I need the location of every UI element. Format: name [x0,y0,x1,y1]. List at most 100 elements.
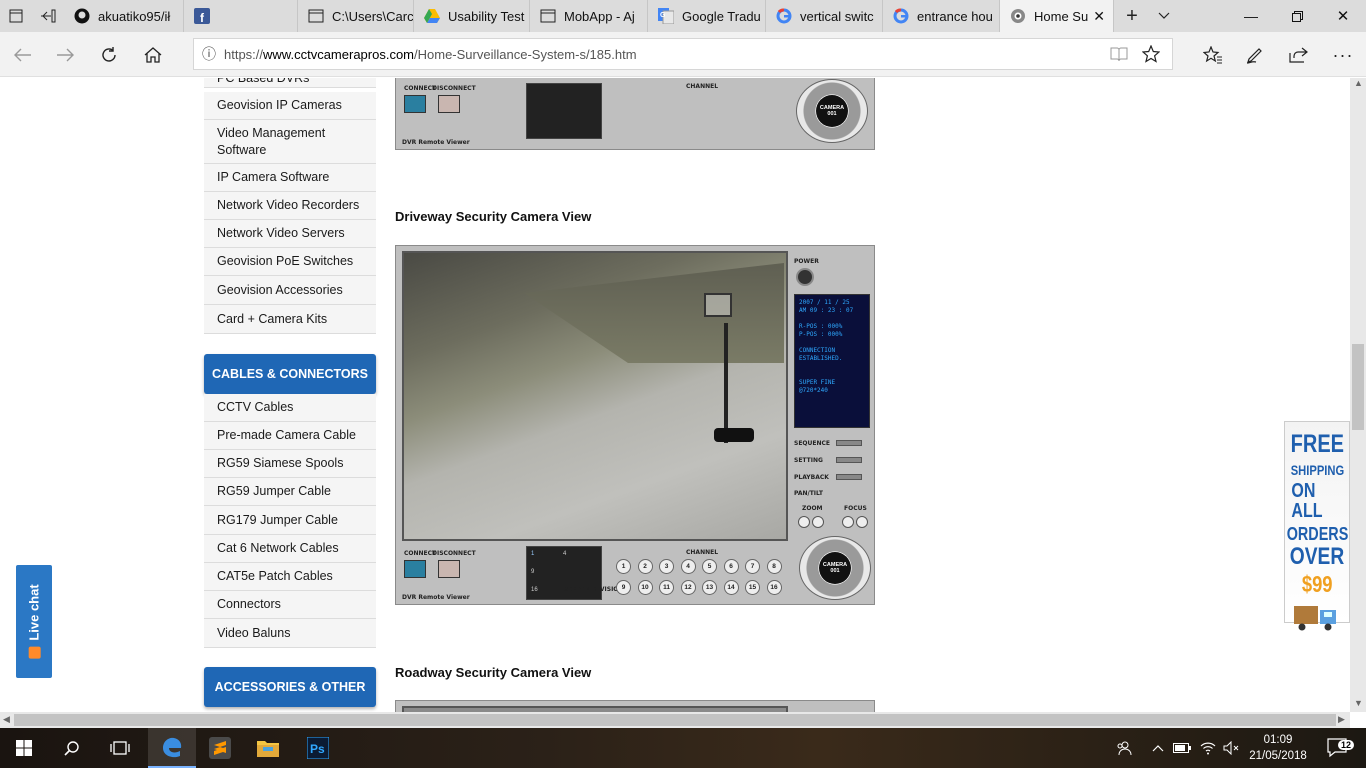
people-icon[interactable] [1110,728,1138,768]
sidebar-item-cctv-cables[interactable]: CCTV Cables [204,394,376,422]
focus-label: FOCUS [844,505,867,512]
sidebar-item-connectors[interactable]: Connectors [204,591,376,619]
sidebar-item-cat6[interactable]: Cat 6 Network Cables [204,535,376,563]
web-page: PC Based DVRs Geovision IP Cameras Video… [0,78,1350,712]
cctv-icon [1010,8,1026,24]
volume-muted-icon[interactable] [1220,728,1242,768]
sidebar-item-premade-cable[interactable]: Pre-made Camera Cable [204,422,376,450]
status-screen: 2007 / 11 / 25 AM 09 : 23 : 07 R-POS : 0… [794,294,870,428]
sidebar-item-rg179-jumper[interactable]: RG179 Jumper Cable [204,506,376,535]
sidebar-item-poe[interactable]: Geovision PoE Switches [204,248,376,276]
tab-list-icon[interactable] [0,0,32,32]
refresh-icon[interactable] [92,38,126,72]
sidebar-item-nvs[interactable]: Network Video Servers [204,220,376,248]
sidebar-item-label: CAT5e Patch Cables [217,569,333,583]
new-tab-icon[interactable]: + [1118,0,1146,32]
tab-label: C:\Users\Carc [332,8,414,24]
pantilt-label: PAN/TILT [794,490,823,497]
close-window-icon[interactable]: ✕ [1320,0,1366,32]
sidebar-item-label: RG179 Jumper Cable [217,512,338,527]
windows-taskbar: Ps 01:09 21/05/2018 12 [0,728,1366,768]
favorites-hub-icon[interactable] [1196,38,1230,72]
chevron-down-icon[interactable] [1150,0,1178,32]
close-tab-icon[interactable]: ✕ [1093,8,1105,25]
scroll-right-icon[interactable]: ▶ [1338,714,1345,725]
edge-browser-icon[interactable] [148,728,196,768]
photoshop-icon[interactable]: Ps [294,728,342,768]
set-tabs-aside-icon[interactable] [32,0,64,32]
sidebar-item-ip-software[interactable]: IP Camera Software [204,164,376,192]
reading-view-icon[interactable] [1110,46,1128,65]
scroll-up-icon[interactable]: ▲ [1354,78,1363,88]
system-clock[interactable]: 01:09 21/05/2018 [1244,732,1312,764]
address-bar[interactable]: ⓘ https://www.cctvcamerapros.com/Home-Su… [193,38,1173,70]
google-icon [776,8,792,24]
free-shipping-banner[interactable]: FREE SHIPPING ON ALL ORDERS OVER $99 [1284,421,1350,631]
channel-label: CHANNEL [686,549,719,556]
tab-file-explorer[interactable]: C:\Users\Carc [298,0,414,32]
channel-label: CHANNEL [686,83,719,90]
horizontal-scroll-thumb[interactable] [14,714,1336,726]
file-explorer-icon[interactable] [244,728,292,768]
share-icon[interactable] [1282,38,1316,72]
favorite-star-icon[interactable] [1141,44,1161,66]
wifi-icon[interactable] [1196,728,1220,768]
home-icon[interactable] [136,38,170,72]
category-header-accessories[interactable]: ACCESSORIES & OTHER [204,667,376,707]
search-icon[interactable] [48,728,96,768]
live-chat-button[interactable]: Live chat [16,565,52,678]
tab-google-search-1[interactable]: vertical switc [766,0,883,32]
tab-github[interactable]: akuatiko95/ił [64,0,184,32]
back-icon[interactable] [6,38,40,72]
sidebar-item-card-kits[interactable]: Card + Camera Kits [204,305,376,334]
status-line: AM 09 : 23 : 07 [799,307,854,314]
tab-facebook[interactable]: f [184,0,298,32]
site-info-icon[interactable]: ⓘ [194,44,224,64]
sublime-text-icon[interactable] [196,728,244,768]
task-view-icon[interactable] [96,728,144,768]
forward-icon[interactable] [48,38,82,72]
sequence-label: SEQUENCE [794,440,831,447]
playback-label: PLAYBACK [794,474,829,481]
tab-home-surveillance[interactable]: Home Su ✕ [1000,0,1114,32]
vertical-scrollbar[interactable]: ▲ ▼ [1350,78,1366,712]
scroll-left-icon[interactable]: ◀ [3,714,10,725]
sidebar-item-vms[interactable]: Video Management Software [204,120,376,164]
sidebar-item-geovision-ip[interactable]: Geovision IP Cameras [204,92,376,120]
window-icon [308,8,324,24]
sidebar-item-nvr[interactable]: Network Video Recorders [204,192,376,220]
more-icon[interactable]: ··· [1326,38,1360,72]
channel-button: 16 [766,580,782,595]
url-path: /Home-Surveillance-System-s/185.htm [414,46,637,62]
sidebar-item-geo-accessories[interactable]: Geovision Accessories [204,276,376,305]
status-line [799,339,865,347]
basketball-pole [724,323,728,443]
sidebar-item-rg59-spools[interactable]: RG59 Siamese Spools [204,450,376,478]
notification-count-badge: 12 [1338,740,1355,750]
delivery-truck-icon [1294,602,1340,632]
sidebar-item-baluns[interactable]: Video Baluns [204,619,376,648]
address-toolbar: ⓘ https://www.cctvcamerapros.com/Home-Su… [0,32,1366,77]
vertical-scroll-thumb[interactable] [1352,344,1364,430]
minimize-icon[interactable]: — [1228,0,1274,32]
horizontal-scrollbar[interactable]: ◀ ▶ [0,712,1350,728]
scroll-down-icon[interactable]: ▼ [1354,698,1363,708]
restore-icon[interactable] [1274,0,1320,32]
tab-google-search-2[interactable]: entrance hou [883,0,1000,32]
sidebar-item-label: Video Baluns [217,625,291,640]
sidebar-item-label: RG59 Siamese Spools [217,456,344,470]
sidebar-item-rg59-jumper[interactable]: RG59 Jumper Cable [204,478,376,506]
web-notes-icon[interactable] [1238,38,1272,72]
tab-usability-test[interactable]: Usability Test [414,0,530,32]
chevron-up-icon[interactable] [1148,728,1168,768]
status-line: ESTABLISHED. [799,355,843,362]
tab-google-translate[interactable]: G Google Tradu [648,0,766,32]
tab-mobapp[interactable]: MobApp - Aj [530,0,648,32]
notification-center-icon[interactable]: 12 [1318,728,1358,768]
category-header-cables[interactable]: CABLES & CONNECTORS [204,354,376,394]
sidebar-item-cat5e[interactable]: CAT5e Patch Cables [204,563,376,591]
sidebar-item-pc-dvrs[interactable]: PC Based DVRs [204,78,376,88]
battery-icon[interactable] [1170,728,1194,768]
start-windows-icon[interactable] [0,728,48,768]
lawn-shape [524,263,784,363]
